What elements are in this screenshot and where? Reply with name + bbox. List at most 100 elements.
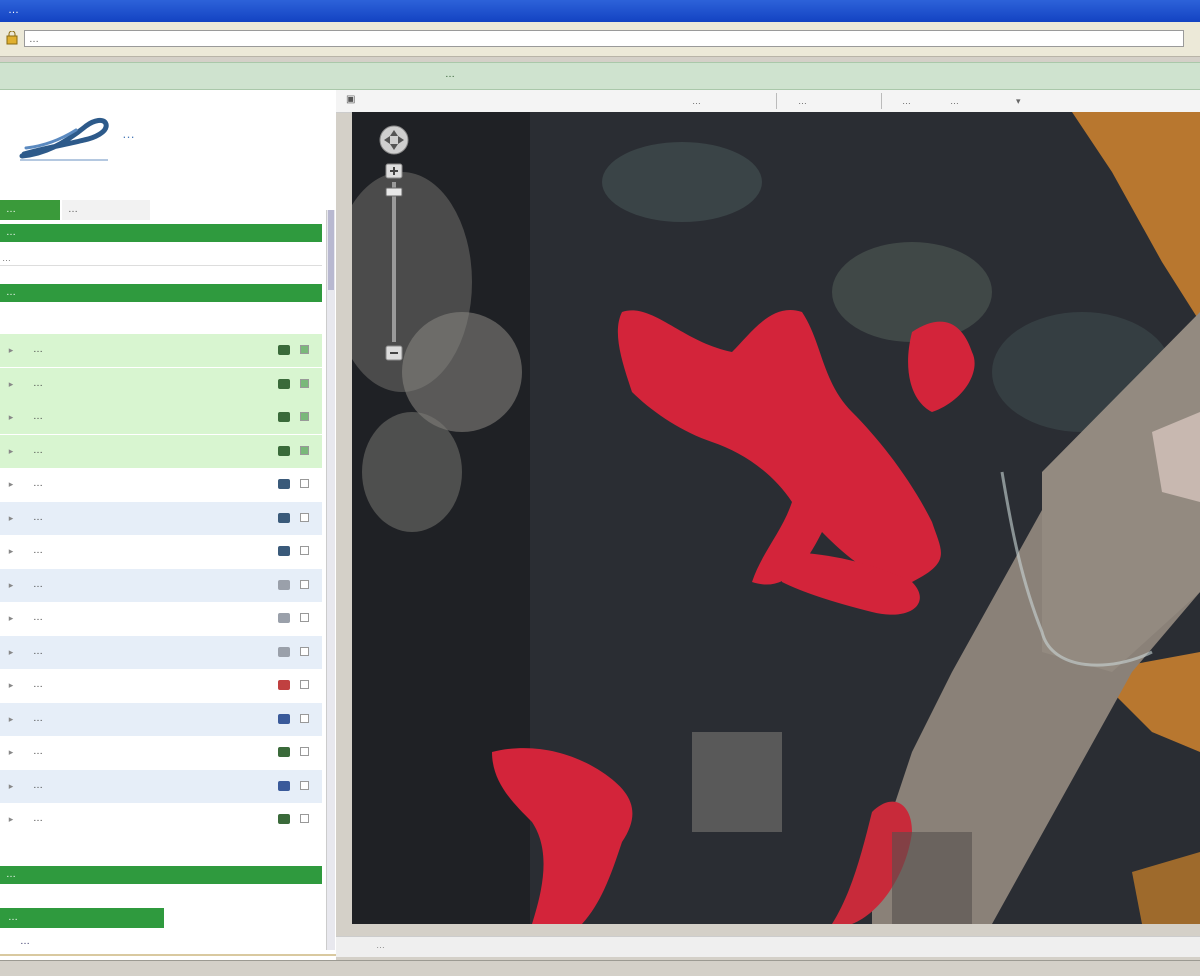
expand-icon[interactable]: ▸ <box>6 379 16 389</box>
layer-row[interactable]: ▸… <box>0 803 322 836</box>
layer-icon[interactable] <box>278 646 290 657</box>
expand-icon[interactable]: ▸ <box>6 412 16 422</box>
layer-visibility-checkbox[interactable] <box>300 445 309 455</box>
layer-visibility-checkbox[interactable] <box>300 747 309 756</box>
layer-row[interactable]: ▸… <box>0 401 322 434</box>
expand-icon[interactable]: ▸ <box>6 479 16 489</box>
layer-label: … <box>33 444 43 456</box>
layer-row[interactable]: ▸… <box>0 334 322 367</box>
zoom-slider-handle[interactable] <box>385 187 403 197</box>
scrollbar-thumb[interactable] <box>328 210 334 290</box>
address-input[interactable]: … <box>24 30 1184 47</box>
tab-other[interactable]: … <box>62 200 150 220</box>
layer-row[interactable]: ▸… <box>0 635 322 669</box>
layer-row[interactable]: ▸… <box>0 367 322 401</box>
layer-row[interactable]: ▸… <box>0 602 322 635</box>
layer-visibility-checkbox[interactable] <box>300 680 309 689</box>
sidebar-tabs: … … <box>0 200 336 220</box>
layer-label: … <box>33 712 43 724</box>
expand-icon[interactable]: ▸ <box>6 613 16 623</box>
maximize-icon[interactable]: ▣ <box>346 94 358 106</box>
map-horizontal-scrollbar[interactable]: … <box>336 936 1200 957</box>
layer-icon[interactable] <box>278 579 290 590</box>
layer-visibility-checkbox[interactable] <box>300 613 309 622</box>
layer-label: … <box>33 612 43 623</box>
layer-icon[interactable] <box>278 512 290 523</box>
layer-visibility-checkbox[interactable] <box>300 579 309 589</box>
layer-visibility-checkbox[interactable] <box>300 814 309 823</box>
divider <box>776 93 777 109</box>
sidebar-scrollbar[interactable] <box>326 210 335 950</box>
section-header[interactable]: … <box>0 224 322 242</box>
zoom-control[interactable] <box>374 118 414 368</box>
layers-header[interactable]: … <box>0 284 322 302</box>
expand-icon[interactable]: ▸ <box>6 680 16 690</box>
expand-icon[interactable]: ▸ <box>6 345 16 355</box>
layer-row[interactable]: ▸… <box>0 434 322 468</box>
layer-label: … <box>33 478 43 489</box>
layer-row[interactable]: ▸… <box>0 468 322 501</box>
layer-label: … <box>33 645 43 657</box>
expand-icon[interactable]: ▸ <box>6 580 16 590</box>
expand-icon[interactable]: ▸ <box>6 546 16 556</box>
layer-row[interactable]: ▸… <box>0 736 322 769</box>
expand-icon[interactable]: ▸ <box>6 747 16 757</box>
zoom-slider[interactable] <box>392 182 396 342</box>
layer-visibility-checkbox[interactable] <box>300 378 309 388</box>
cloud-area <box>362 412 462 532</box>
map-toolbar: ▣ … … … … ▾ <box>336 90 1200 113</box>
expand-icon[interactable]: ▸ <box>6 714 16 724</box>
tab-layers[interactable]: … <box>0 200 60 220</box>
layer-visibility-checkbox[interactable] <box>300 512 309 522</box>
layer-icon[interactable] <box>278 412 290 422</box>
layer-icon[interactable] <box>278 747 290 757</box>
layer-row[interactable]: ▸… <box>0 535 322 568</box>
layer-visibility-checkbox[interactable] <box>300 412 309 421</box>
layer-visibility-checkbox[interactable] <box>300 479 309 488</box>
divider <box>0 954 336 956</box>
layer-visibility-checkbox[interactable] <box>300 780 309 790</box>
scale-label: … <box>902 96 911 106</box>
coord-x: … <box>692 96 701 106</box>
layer-label: … <box>33 344 43 355</box>
browser-status-bar <box>0 960 1200 976</box>
layer-row[interactable]: ▸… <box>0 702 322 736</box>
action-button[interactable]: … <box>0 908 164 928</box>
expand-icon[interactable]: ▸ <box>6 513 16 523</box>
layer-icon[interactable] <box>278 479 290 489</box>
layer-icon[interactable] <box>278 713 290 724</box>
expand-icon[interactable]: ▸ <box>6 647 16 657</box>
layer-icon[interactable] <box>278 445 290 456</box>
layer-visibility-checkbox[interactable] <box>300 646 309 656</box>
scale-value[interactable]: … <box>950 94 959 108</box>
coord-y: … <box>798 96 807 106</box>
window-title: … <box>8 4 20 16</box>
footer-link[interactable]: … <box>20 936 30 947</box>
page-icon <box>6 31 18 45</box>
layer-icon[interactable] <box>278 680 290 690</box>
layer-label: … <box>33 545 43 556</box>
cleared-area <box>692 732 782 832</box>
chevron-down-icon[interactable]: ▾ <box>1016 94 1021 108</box>
layer-icon[interactable] <box>278 814 290 824</box>
layer-icon[interactable] <box>278 613 290 623</box>
layer-row[interactable]: ▸… <box>0 769 322 803</box>
section-header-bottom[interactable]: … <box>0 866 322 884</box>
satellite-map[interactable] <box>352 112 1200 924</box>
layer-icon[interactable] <box>278 345 290 355</box>
layer-row[interactable]: ▸… <box>0 568 322 602</box>
layer-icon[interactable] <box>278 378 290 389</box>
layer-visibility-checkbox[interactable] <box>300 713 309 723</box>
cleared-area <box>832 242 992 342</box>
expand-icon[interactable]: ▸ <box>6 781 16 791</box>
expand-icon[interactable]: ▸ <box>6 814 16 824</box>
map-status-text: … <box>376 940 385 950</box>
layer-icon[interactable] <box>278 780 290 791</box>
layer-visibility-checkbox[interactable] <box>300 345 309 354</box>
layer-label: … <box>33 411 43 422</box>
layer-visibility-checkbox[interactable] <box>300 546 309 555</box>
layer-icon[interactable] <box>278 546 290 556</box>
expand-icon[interactable]: ▸ <box>6 446 16 456</box>
layer-row[interactable]: ▸… <box>0 501 322 535</box>
layer-row[interactable]: ▸… <box>0 669 322 702</box>
